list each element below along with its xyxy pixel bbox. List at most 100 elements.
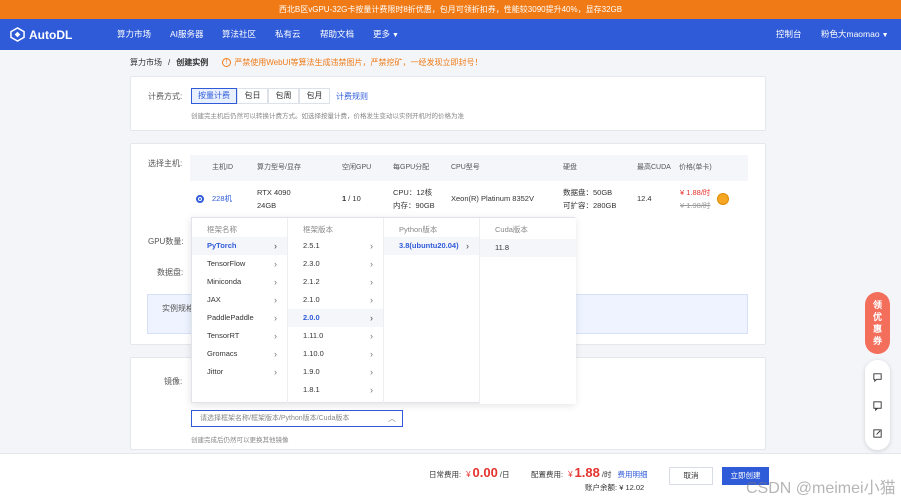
breadcrumb-separator: / xyxy=(168,57,171,67)
cuda-column: Cuda版本 11.8 xyxy=(480,218,576,404)
host-gpu-mem: 24GB xyxy=(257,201,277,210)
image-cascader-dropdown: 框架名称 PyTorch › TensorFlow › Miniconda › JAX… xyxy=(191,217,576,404)
col-gpu-model: 算力型号/显存 xyxy=(257,164,301,171)
version-option[interactable]: 2.5.1 › xyxy=(288,237,383,255)
nav-item-more[interactable]: 更多 ▼ xyxy=(373,19,399,50)
col-per-gpu: 每GPU分配 xyxy=(393,164,430,171)
col-free-gpu[interactable]: 空闲GPU xyxy=(342,155,371,181)
version-option[interactable]: 1.11.0 › xyxy=(288,327,383,345)
host-disk-data: 数据盘：50GB xyxy=(563,188,613,197)
chevron-right-icon: › xyxy=(370,259,373,269)
chevron-right-icon: › xyxy=(274,313,277,323)
billing-option-daily[interactable]: 包日 xyxy=(237,88,268,104)
daily-fee-value: 0.00 xyxy=(472,465,498,480)
billing-option-monthly[interactable]: 包月 xyxy=(299,88,330,104)
image-select[interactable]: 请选择框架名称/框架版本/Python版本/Cuda版本 ︿ xyxy=(191,410,403,427)
nav-more-label: 更多 xyxy=(373,29,391,39)
host-id[interactable]: 228机 xyxy=(212,193,232,205)
host-total-count: / 10 xyxy=(348,194,361,203)
breadcrumb-parent[interactable]: 算力市场 xyxy=(130,57,162,68)
daily-fee-unit: /日 xyxy=(499,470,510,479)
config-fee-currency: ¥ xyxy=(568,470,573,479)
user-name: 粉色大maomao xyxy=(821,29,880,39)
chevron-right-icon: › xyxy=(274,241,277,251)
billing-option-pay-as-you-go[interactable]: 按量计费 xyxy=(191,88,237,104)
user-menu[interactable]: 粉色大maomao ▼ xyxy=(821,19,889,50)
framework-label: PaddlePaddle xyxy=(207,313,254,322)
nav-item-ai-server[interactable]: AI服务器 xyxy=(170,19,204,50)
version-option[interactable]: 1.10.0 › xyxy=(288,345,383,363)
float-toolbar xyxy=(865,360,890,450)
billing-rules-link[interactable]: 计费规则 xyxy=(336,91,368,102)
framework-option[interactable]: PaddlePaddle › xyxy=(192,309,287,327)
warning-text: 严禁使用WebUI等算法生成违禁图片，严禁挖矿，一经发现立即封号！ xyxy=(234,57,483,67)
gpu-count-label: GPU数量: xyxy=(148,237,184,246)
version-option[interactable]: 2.0.0 › xyxy=(288,309,383,327)
config-fee-value: 1.88 xyxy=(574,465,600,480)
cancel-button[interactable]: 取消 xyxy=(669,467,713,485)
chevron-right-icon: › xyxy=(370,313,373,323)
python-label: 3.8(ubuntu20.04) xyxy=(399,241,459,250)
console-link[interactable]: 控制台 xyxy=(776,19,802,50)
framework-label: Miniconda xyxy=(207,277,242,286)
instance-spec-label: 实例规格 xyxy=(162,304,194,313)
framework-option[interactable]: Jittor › xyxy=(192,363,287,381)
top-navbar: AutoDL 算力市场 AI服务器 算法社区 私有云 帮助文档 更多 ▼ 控制台 … xyxy=(0,19,901,50)
col-price: 价格(单卡) xyxy=(679,164,712,171)
coupon-float-label: 领优惠券 xyxy=(872,300,882,346)
nav-item-market[interactable]: 算力市场 xyxy=(117,19,151,50)
data-disk-label: 数据盘: xyxy=(157,268,184,277)
framework-option[interactable]: Miniconda › xyxy=(192,273,287,291)
chevron-right-icon: › xyxy=(370,277,373,287)
framework-option[interactable]: PyTorch › xyxy=(192,237,287,255)
daily-fee-currency: ¥ xyxy=(466,470,471,479)
framework-option[interactable]: Gromacs › xyxy=(192,345,287,363)
col-cuda: 最高CUDA xyxy=(637,164,671,171)
framework-option[interactable]: TensorFlow › xyxy=(192,255,287,273)
coupon-float-button[interactable]: 领优惠券 xyxy=(865,292,890,354)
logo[interactable]: AutoDL xyxy=(10,26,72,43)
billing-label: 计费方式: xyxy=(148,92,183,101)
host-gpu-model: RTX 4090 xyxy=(257,188,291,197)
cuda-option[interactable]: 11.8 xyxy=(480,239,576,257)
framework-label: Jittor xyxy=(207,367,224,376)
host-radio[interactable] xyxy=(196,195,204,203)
version-option[interactable]: 2.1.0 › xyxy=(288,291,383,309)
framework-option[interactable]: TensorRT › xyxy=(192,327,287,345)
nav-item-private-cloud[interactable]: 私有云 xyxy=(275,19,301,50)
col-cpu-model: CPU型号 xyxy=(451,164,480,171)
nav-item-docs[interactable]: 帮助文档 xyxy=(320,19,354,50)
framework-column: 框架名称 PyTorch › TensorFlow › Miniconda › JAX… xyxy=(192,218,288,404)
version-option[interactable]: 1.9.0 › xyxy=(288,363,383,381)
framework-label: Gromacs xyxy=(207,349,238,358)
version-option[interactable]: 2.3.0 › xyxy=(288,255,383,273)
version-option[interactable]: 1.8.1 › xyxy=(288,381,383,399)
cuda-header: Cuda版本 xyxy=(495,225,528,234)
billing-option-weekly[interactable]: 包周 xyxy=(268,88,299,104)
chat-icon[interactable] xyxy=(872,372,883,383)
version-label: 1.8.1 xyxy=(303,385,320,394)
version-label: 1.9.0 xyxy=(303,367,320,376)
version-label: 1.11.0 xyxy=(303,331,324,340)
image-select-placeholder: 请选择框架名称/框架版本/Python版本/Cuda版本 xyxy=(200,415,350,422)
fee-detail-link[interactable]: 费用明细 xyxy=(617,469,647,480)
framework-option[interactable]: JAX › xyxy=(192,291,287,309)
version-option[interactable]: 2.1.2 › xyxy=(288,273,383,291)
breadcrumb: 算力市场 / 创建实例 ! 严禁使用WebUI等算法生成违禁图片，严禁挖矿，一经… xyxy=(130,55,483,69)
col-host-id: 主机ID xyxy=(212,164,233,171)
edit-icon[interactable] xyxy=(872,428,883,439)
daily-fee-label: 日常费用: xyxy=(429,470,462,479)
chevron-right-icon: › xyxy=(274,331,277,341)
promo-banner[interactable]: 西北B区vGPU-32G卡按量计费限时8折优惠，包月可领折扣券，性能较3090提… xyxy=(0,0,901,19)
coupon-icon[interactable] xyxy=(717,193,729,205)
python-column: Python版本 3.8(ubuntu20.04) › xyxy=(384,218,480,404)
python-option[interactable]: 3.8(ubuntu20.04) › xyxy=(384,237,479,255)
host-price-old: ¥ 1.98/时 xyxy=(680,201,711,210)
watermark: CSDN @meimei小猫 xyxy=(746,480,896,497)
chevron-right-icon: › xyxy=(466,241,469,251)
image-hint: 创建完成后仍然可以更换其他镜像 xyxy=(191,437,289,444)
feedback-icon[interactable] xyxy=(872,400,883,411)
nav-item-community[interactable]: 算法社区 xyxy=(222,19,256,50)
col-disk[interactable]: 硬盘 xyxy=(563,155,577,181)
host-price: ¥ 1.88/时 xyxy=(680,188,711,197)
